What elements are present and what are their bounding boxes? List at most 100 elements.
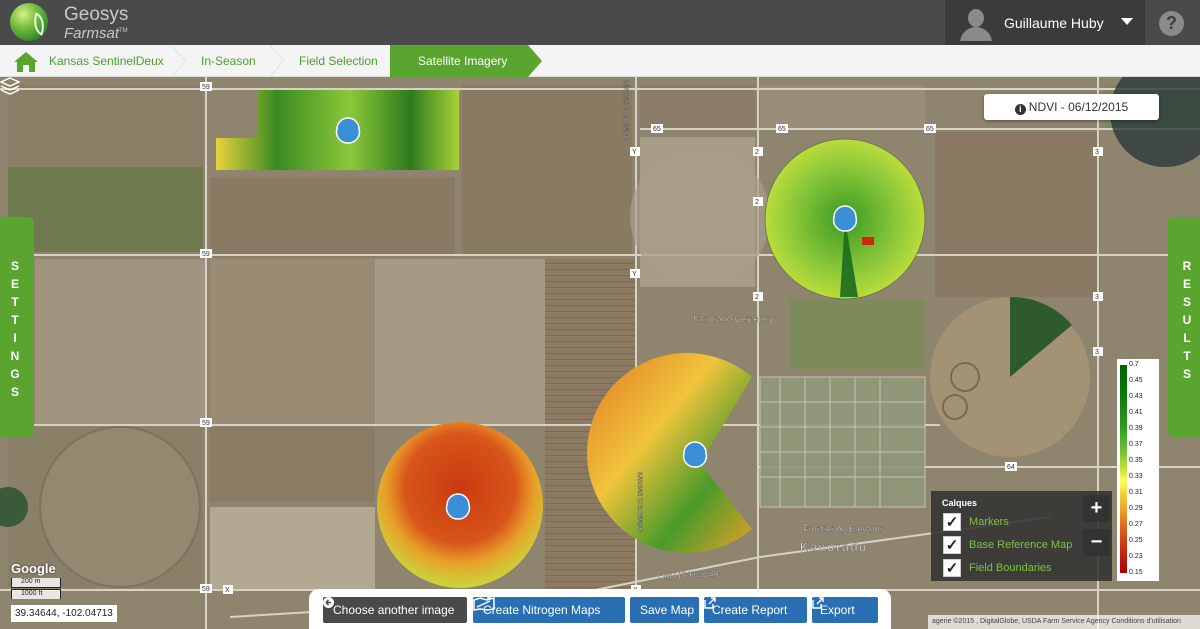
- map-label-elevator: Frontier Ag Elevator: [803, 524, 883, 534]
- route-shield: 3: [1095, 349, 1099, 356]
- settings-tab[interactable]: SETTINGS: [0, 217, 34, 437]
- results-tab-letter: R: [1182, 259, 1192, 273]
- map-label-town: Kanorado: [800, 540, 868, 554]
- route-shield: 2: [755, 294, 759, 301]
- breadcrumb-item-kansas[interactable]: Kansas SentinelDeux: [49, 45, 164, 77]
- legend-label: 0.39: [1129, 425, 1143, 432]
- create-report-button[interactable]: Create Report: [704, 597, 807, 623]
- breadcrumb: Kansas SentinelDeux In-Season Field Sele…: [0, 45, 1200, 77]
- create-report-label: Create Report: [712, 603, 788, 617]
- breadcrumb-item-in-season[interactable]: In-Season: [201, 45, 256, 77]
- legend-label: 0.31: [1129, 489, 1143, 496]
- app-header: Geosys FarmsatTM Guillaume Huby ?: [0, 0, 1200, 45]
- route-shield: Y: [632, 149, 637, 156]
- legend-label: 0.25: [1129, 537, 1143, 544]
- route-shield: 2: [755, 149, 759, 156]
- coordinate-readout: 39.34644, -102.04713: [11, 605, 117, 622]
- checkbox[interactable]: ✓: [943, 536, 961, 554]
- choose-another-image-label: Choose another image: [333, 603, 455, 617]
- product-name: FarmsatTM: [64, 25, 128, 42]
- legend-color-bar: [1120, 365, 1127, 573]
- breadcrumb-item-field-selection[interactable]: Field Selection: [299, 45, 378, 77]
- scale-meters: 200 m: [11, 578, 61, 588]
- legend-label: 0.33: [1129, 473, 1143, 480]
- results-tab-letter: S: [1182, 367, 1191, 381]
- breadcrumb-item-satellite-imagery: Satellite Imagery: [390, 45, 542, 77]
- results-tab-letter: T: [1183, 349, 1191, 363]
- map-label-cemetery: Kanorado Cemetery: [693, 314, 774, 324]
- map-view[interactable]: 59 59 59 59 65 65 65 Y Y 2 2 2 3 3 3 64 …: [0, 77, 1200, 629]
- route-shield: 3: [1095, 149, 1099, 156]
- home-icon[interactable]: [13, 51, 39, 73]
- settings-tab-letter: I: [13, 331, 17, 345]
- settings-tab-letter: T: [11, 313, 19, 327]
- legend-label: 0.45: [1129, 377, 1143, 384]
- results-tab-letter: L: [1183, 331, 1191, 345]
- settings-tab-letter: S: [10, 385, 19, 399]
- trademark: TM: [119, 28, 128, 34]
- legend-label: 0.29: [1129, 505, 1143, 512]
- legend-label: 0.35: [1129, 457, 1143, 464]
- legend-label: 0.15: [1129, 569, 1143, 576]
- layer-label: Field Boundaries: [969, 562, 1052, 574]
- breadcrumb-separator: [171, 45, 186, 77]
- zoom-out-button[interactable]: −: [1083, 529, 1110, 556]
- map-label-state-line: KANSAS COLORADO: [622, 80, 628, 141]
- results-tab-label: RESULTS: [1170, 257, 1200, 383]
- results-tab-letter: E: [1182, 277, 1191, 291]
- action-toolbar: Choose another image Create Nitrogen Map…: [309, 589, 891, 629]
- external-link-icon: [704, 597, 716, 609]
- legend-label: 0.37: [1129, 441, 1143, 448]
- checkbox[interactable]: ✓: [943, 513, 961, 531]
- settings-tab-letter: T: [11, 295, 19, 309]
- results-tab[interactable]: RESULTS: [1168, 217, 1200, 437]
- settings-tab-letter: E: [10, 277, 19, 291]
- brand-name: Geosys: [64, 4, 129, 25]
- breadcrumb-separator: [269, 45, 284, 77]
- create-nitrogen-maps-label: Create Nitrogen Maps: [483, 603, 601, 617]
- settings-tab-letter: N: [10, 349, 20, 363]
- zoom-in-button[interactable]: +: [1083, 495, 1110, 522]
- route-shield: 65: [778, 126, 786, 133]
- external-link-icon: [812, 597, 824, 609]
- export-label: Export: [820, 603, 855, 617]
- product-label: Farmsat: [64, 25, 120, 42]
- layer-label: Base Reference Map: [969, 539, 1073, 551]
- layers-panel: Calques ✓ Markers ✓ Base Reference Map ✓…: [931, 491, 1081, 581]
- legend-label: 0.43: [1129, 393, 1143, 400]
- route-shield: 65: [926, 126, 934, 133]
- settings-tab-letter: G: [10, 367, 20, 381]
- legend-label: 0.27: [1129, 521, 1143, 528]
- create-nitrogen-maps-button[interactable]: Create Nitrogen Maps: [473, 597, 625, 623]
- back-arrow-icon: [323, 597, 334, 608]
- map-label-state-line: KANSAS COLORADO: [636, 472, 642, 533]
- avatar: [959, 7, 993, 41]
- google-logo: Google: [11, 561, 56, 576]
- user-menu[interactable]: Guillaume Huby: [945, 0, 1145, 45]
- ndvi-date-label[interactable]: i NDVI - 06/12/2015: [984, 94, 1159, 120]
- choose-another-image-button[interactable]: Choose another image: [323, 597, 467, 623]
- results-tab-letter: U: [1182, 313, 1192, 327]
- legend-label: 0.41: [1129, 409, 1143, 416]
- route-shield: 64: [1007, 464, 1015, 471]
- layers-icon[interactable]: [0, 77, 20, 95]
- info-icon: i: [1014, 104, 1026, 115]
- results-tab-letter: S: [1182, 295, 1191, 309]
- route-shield: 59: [202, 84, 210, 91]
- layers-panel-title: Calques: [942, 498, 978, 508]
- route-shield: 59: [202, 251, 210, 258]
- route-shield: 2: [755, 199, 759, 206]
- nitrogen-map-icon: [473, 597, 495, 611]
- legend-label: 0.7: [1129, 361, 1139, 368]
- save-map-button[interactable]: Save Map: [630, 597, 699, 623]
- route-shield: X: [225, 587, 230, 594]
- help-button[interactable]: ?: [1159, 11, 1184, 36]
- export-button[interactable]: Export: [812, 597, 878, 623]
- route-shield: 59: [202, 586, 210, 593]
- checkbox[interactable]: ✓: [943, 559, 961, 577]
- ndvi-legend: 0.7 0.45 0.43 0.41 0.39 0.37 0.35 0.33 0.31 0.29 0…: [1117, 359, 1159, 581]
- caret-down-icon[interactable]: [1121, 18, 1133, 25]
- user-name: Guillaume Huby: [1004, 15, 1104, 31]
- map-attribution[interactable]: agerie ©2015 , DigitalGlobe, USDA Farm S…: [928, 615, 1200, 629]
- settings-tab-letter: S: [10, 259, 19, 273]
